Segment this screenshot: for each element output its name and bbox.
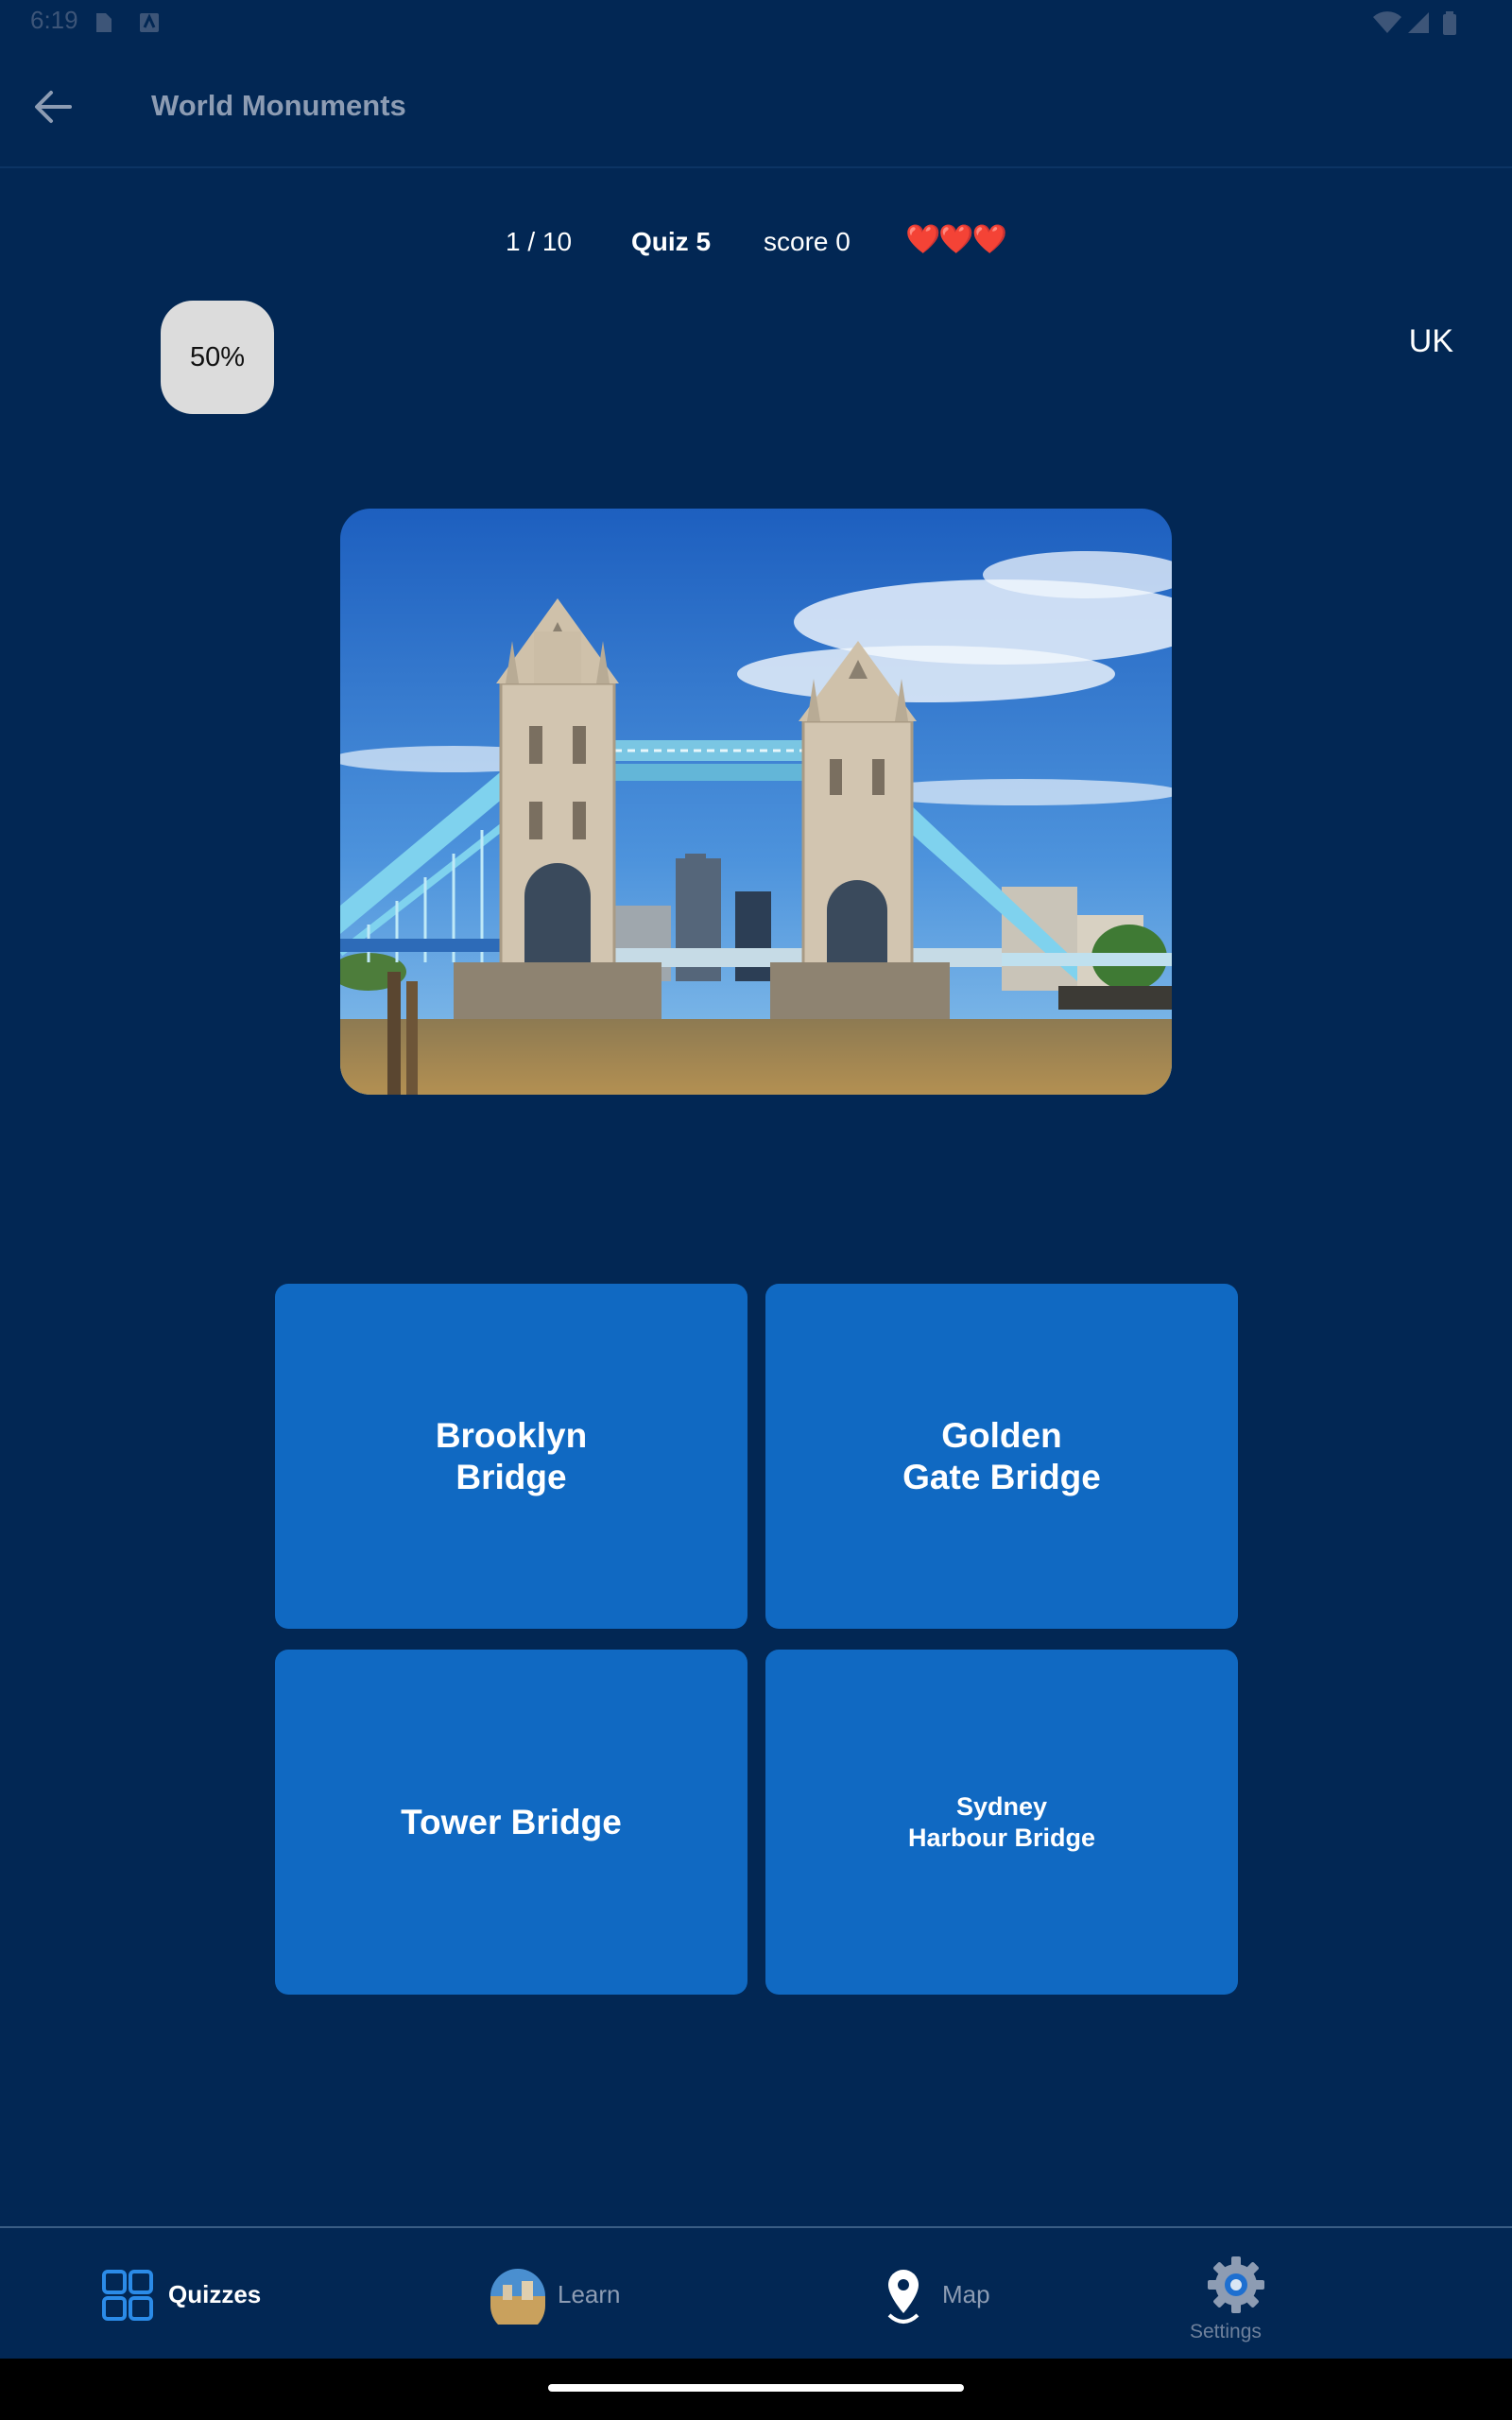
nav-learn[interactable]: Learn: [482, 2228, 671, 2360]
question-counter: 1 / 10: [506, 227, 573, 256]
answer-button-4[interactable]: Sydney Harbour Bridge: [765, 1650, 1238, 1995]
home-gesture-handle[interactable]: [548, 2384, 964, 2392]
nav-learn-label: Learn: [558, 2280, 621, 2308]
gear-icon: [1208, 2256, 1264, 2313]
nav-map-label: Map: [942, 2280, 990, 2308]
score-label: score 0: [764, 227, 850, 256]
status-time: 6:19: [30, 6, 78, 34]
map-pin-icon: [887, 2270, 919, 2324]
answer-button-2[interactable]: Golden Gate Bridge: [765, 1284, 1238, 1629]
nav-quizzes-label: Quizzes: [168, 2280, 262, 2308]
fifty-fifty-button[interactable]: 50%: [161, 301, 274, 414]
answer-label: Brooklyn Bridge: [435, 1415, 588, 1496]
answer-label: Tower Bridge: [401, 1802, 622, 1841]
quiz-status-row: 1 / 10 Quiz 5 score 0 ❤️❤️❤️: [0, 224, 1512, 265]
battery-icon: [1442, 11, 1457, 41]
lives-hearts: ❤️❤️❤️: [905, 224, 1007, 255]
monument-photo: [340, 509, 1172, 1095]
answer-button-3[interactable]: Tower Bridge: [275, 1650, 747, 1995]
nav-settings[interactable]: Settings: [1181, 2228, 1304, 2360]
country-hint: UK: [1408, 323, 1453, 359]
wifi-icon: [1372, 11, 1402, 39]
nav-quizzes[interactable]: Quizzes: [85, 2228, 293, 2360]
quiz-label: Quiz 5: [631, 227, 712, 256]
page-title: World Monuments: [151, 89, 406, 122]
grid-icon: [102, 2270, 153, 2321]
arrow-left-icon: [35, 91, 72, 123]
status-bar: 6:19: [0, 0, 1512, 47]
system-nav-bar: [0, 2359, 1512, 2420]
answer-label: Sydney Harbour Bridge: [907, 1791, 1096, 1852]
app-bar: World Monuments: [0, 47, 1512, 168]
answer-label: Golden Gate Bridge: [902, 1415, 1101, 1496]
sd-card-icon: [93, 11, 113, 39]
nav-map[interactable]: Map: [874, 2228, 1016, 2360]
answer-button-1[interactable]: Brooklyn Bridge: [275, 1284, 747, 1629]
signal-icon: [1406, 11, 1431, 39]
nav-settings-label: Settings: [1190, 2321, 1262, 2342]
bottom-navigation: Quizzes Learn Map Settings: [0, 2226, 1512, 2360]
back-button[interactable]: [26, 83, 79, 130]
globe-photo-icon: [490, 2269, 545, 2325]
app-notification-icon: [138, 11, 161, 39]
